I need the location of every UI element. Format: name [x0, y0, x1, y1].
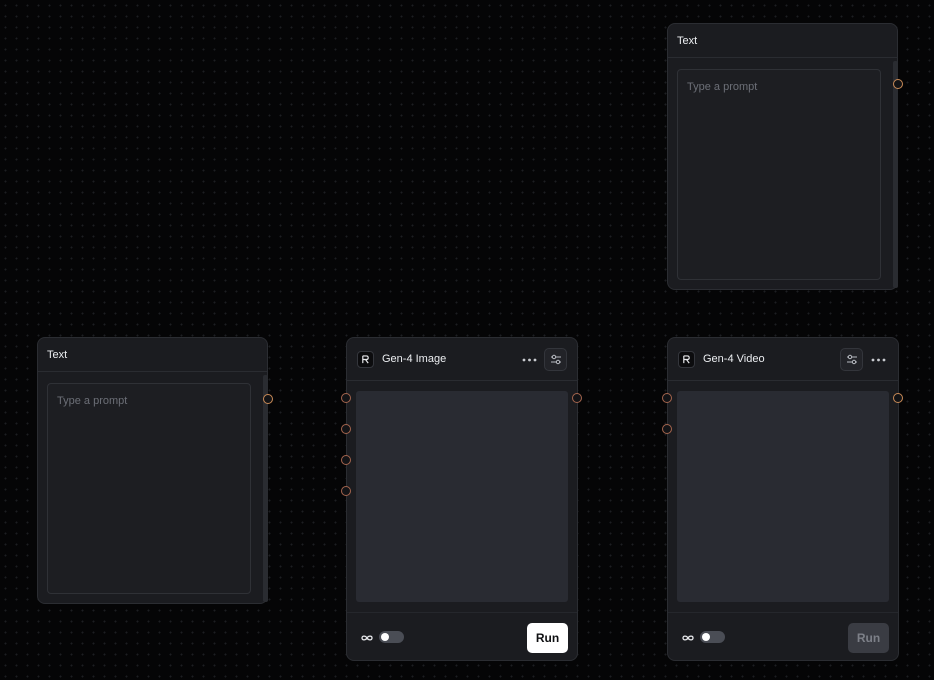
- toggle-knob: [702, 633, 710, 641]
- text-node-title: Text: [677, 34, 698, 47]
- image-node-input-port[interactable]: [341, 393, 351, 403]
- scrollbar[interactable]: [263, 375, 268, 602]
- workflow-canvas[interactable]: Text Type a prompt Text Type a prompt Ge…: [0, 0, 934, 680]
- image-node-output-port[interactable]: [572, 393, 582, 403]
- text-node-header: Text: [38, 338, 267, 372]
- infinity-icon: [682, 629, 694, 647]
- text-node-left[interactable]: Text Type a prompt: [37, 337, 268, 604]
- more-horizontal-icon: [522, 358, 537, 361]
- video-node-input-port[interactable]: [662, 393, 672, 403]
- image-node-input-port[interactable]: [341, 455, 351, 465]
- more-horizontal-icon: [871, 358, 886, 361]
- run-button[interactable]: Run: [527, 623, 568, 653]
- more-options-button[interactable]: [518, 348, 541, 371]
- more-options-button[interactable]: [867, 348, 890, 371]
- run-button[interactable]: Run: [848, 623, 889, 653]
- text-node-header: Text: [668, 24, 897, 58]
- runway-logo-icon: [678, 350, 695, 368]
- video-node-input-port[interactable]: [662, 424, 672, 434]
- text-node-top[interactable]: Text Type a prompt: [667, 23, 898, 290]
- prompt-placeholder: Type a prompt: [687, 81, 758, 93]
- image-node-title: Gen-4 Image: [382, 353, 447, 365]
- sliders-icon: [550, 354, 561, 365]
- prompt-placeholder: Type a prompt: [57, 395, 128, 407]
- video-node-title: Gen-4 Video: [703, 353, 765, 365]
- settings-button[interactable]: [840, 348, 863, 371]
- text-node-title: Text: [47, 348, 68, 361]
- video-node-header: Gen-4 Video: [668, 338, 898, 381]
- text-node-output-port[interactable]: [893, 79, 903, 89]
- gen4-image-node[interactable]: Gen-4 Image Run: [346, 337, 578, 661]
- scrollbar[interactable]: [893, 61, 898, 288]
- image-preview-area: [356, 391, 568, 602]
- image-node-input-port[interactable]: [341, 486, 351, 496]
- toggle-knob: [381, 633, 389, 641]
- video-preview-area: [677, 391, 889, 602]
- video-node-output-port[interactable]: [893, 393, 903, 403]
- image-node-input-port[interactable]: [341, 424, 351, 434]
- prompt-input[interactable]: Type a prompt: [47, 383, 251, 594]
- image-node-footer: Run: [347, 612, 577, 660]
- loop-toggle[interactable]: [379, 631, 404, 643]
- infinity-icon: [361, 629, 373, 647]
- prompt-input[interactable]: Type a prompt: [677, 69, 881, 280]
- sliders-icon: [846, 354, 857, 365]
- gen4-video-node[interactable]: Gen-4 Video Run: [667, 337, 899, 661]
- text-node-output-port[interactable]: [263, 394, 273, 404]
- loop-toggle[interactable]: [700, 631, 725, 643]
- runway-logo-icon: [357, 350, 374, 368]
- settings-button[interactable]: [544, 348, 567, 371]
- video-node-footer: Run: [668, 612, 898, 660]
- image-node-header: Gen-4 Image: [347, 338, 577, 381]
